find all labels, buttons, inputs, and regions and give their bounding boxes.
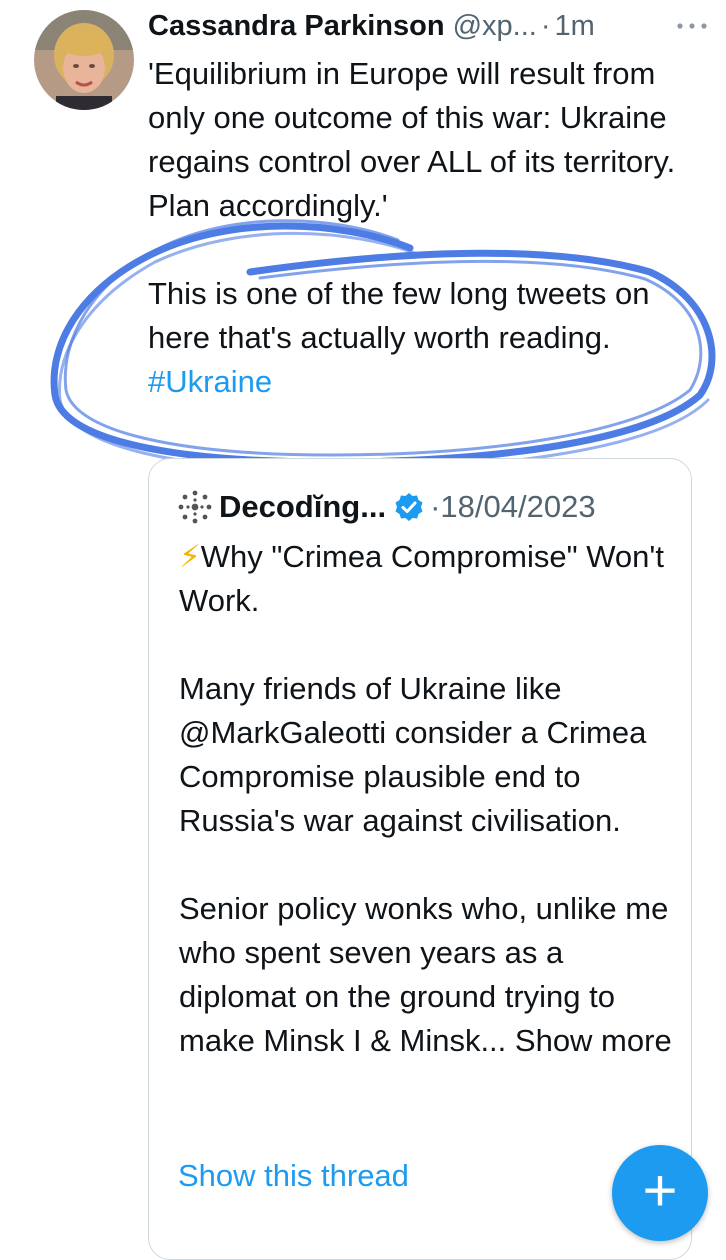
quoted-author-name[interactable]: Decodĭng... — [219, 489, 386, 525]
quoted-separator: · — [430, 489, 441, 524]
quoted-paragraph-1: ⚡Why "Crimea Compromise" Won't Work. — [179, 535, 679, 623]
verified-badge-icon — [395, 493, 423, 521]
tweet-text: 'Equilibrium in Europe will result from … — [148, 52, 708, 404]
tweet-header: Cassandra Parkinson @xp... · 1m — [148, 6, 712, 46]
quoted-date[interactable]: 18/04/2023 — [440, 489, 595, 525]
quoted-paragraph-2: Many friends of Ukraine like @MarkGaleot… — [179, 671, 647, 838]
account-logo-icon — [178, 490, 212, 524]
hashtag-link[interactable]: #Ukraine — [148, 360, 708, 404]
tweet-paragraph-comment: This is one of the few long tweets on he… — [148, 276, 650, 355]
quoted-tweet-text: ⚡Why "Crimea Compromise" Won't Work. Man… — [179, 535, 679, 1063]
tweet-paragraph-quote: 'Equilibrium in Europe will result from … — [148, 56, 676, 223]
quoted-tweet-header: Decodĭng... · 18/04/2023 — [175, 487, 596, 527]
show-thread-link[interactable]: Show this thread — [178, 1158, 409, 1194]
author-name[interactable]: Cassandra Parkinson — [148, 10, 445, 43]
author-avatar[interactable] — [34, 10, 134, 110]
quoted-tweet-card[interactable]: Decodĭng... · 18/04/2023 ⚡Why "Crimea C… — [148, 458, 692, 1260]
quoted-paragraph-3: Senior policy wonks who, unlike me who s… — [179, 891, 672, 1058]
tweet-timestamp[interactable]: 1m — [555, 10, 595, 43]
compose-button[interactable]: + — [612, 1145, 708, 1241]
lightning-bolt-icon: ⚡ — [179, 539, 201, 574]
quoted-headline: Why "Crimea Compromise" Won't Work. — [179, 539, 664, 618]
more-options-icon[interactable] — [672, 8, 712, 44]
author-handle[interactable]: @xp... — [453, 10, 537, 43]
header-separator: · — [540, 9, 551, 42]
compose-plus-icon: + — [642, 1157, 678, 1224]
